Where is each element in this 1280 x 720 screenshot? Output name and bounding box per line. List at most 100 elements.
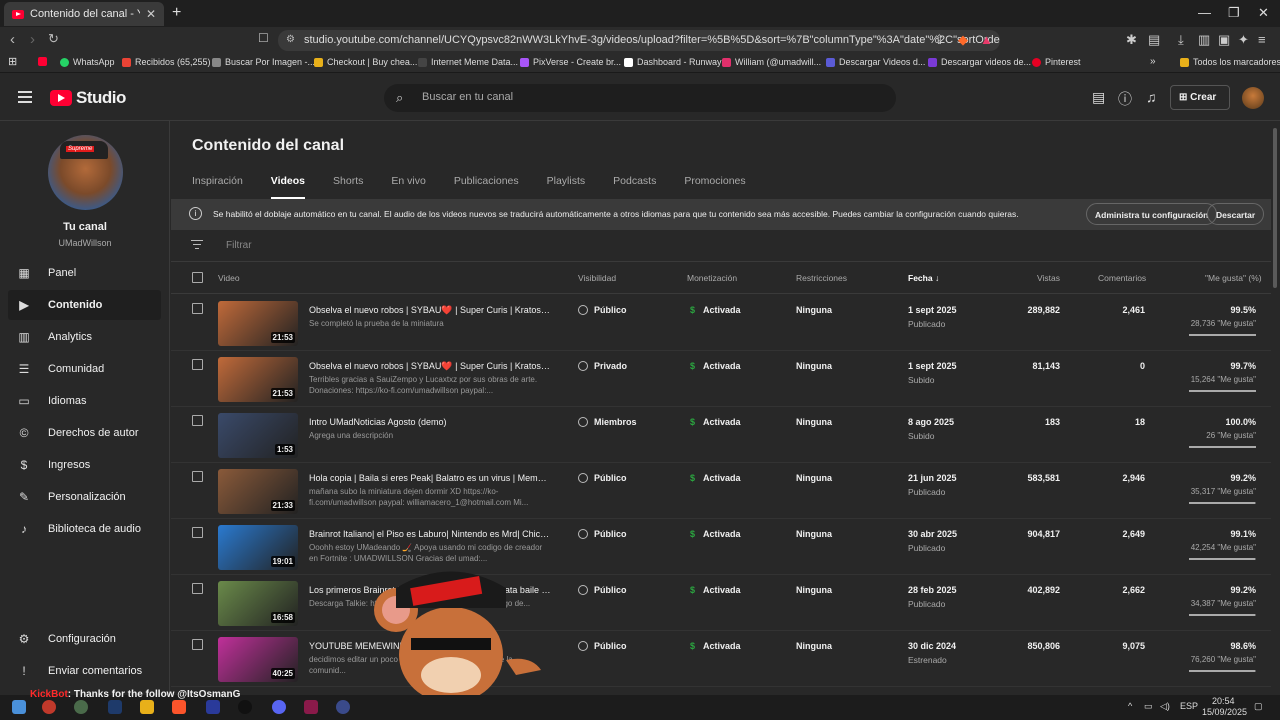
- bookmark-icon[interactable]: ☐: [258, 31, 269, 45]
- video-thumbnail[interactable]: 21:53: [218, 301, 298, 346]
- tab-podcasts[interactable]: Podcasts: [613, 175, 656, 199]
- account-avatar[interactable]: [1242, 87, 1264, 109]
- bookmark-item[interactable]: Descargar videos de...: [928, 57, 1031, 67]
- back-icon[interactable]: ‹: [10, 31, 15, 48]
- bookmark-item[interactable]: Recibidos (65,255): [122, 57, 211, 67]
- sidebar-item-analytics[interactable]: ▥ Analytics: [8, 322, 161, 352]
- visibility-cell[interactable]: Miembros: [578, 417, 637, 427]
- sidebar-item-ingresos[interactable]: $ Ingresos: [8, 450, 161, 480]
- video-thumbnail[interactable]: 19:01: [218, 525, 298, 570]
- visibility-cell[interactable]: Público: [578, 585, 627, 595]
- filter-icon[interactable]: [191, 240, 203, 250]
- sidebar-item-panel[interactable]: ▦ Panel: [8, 258, 161, 288]
- app-icon[interactable]: [304, 700, 318, 714]
- bookmark-item[interactable]: Pinterest: [1032, 57, 1081, 67]
- help-icon[interactable]: ⓘ: [1118, 89, 1132, 109]
- restore-icon[interactable]: ❐: [1228, 5, 1240, 21]
- sidebar-item-personalizacion[interactable]: ✎ Personalización: [8, 482, 161, 512]
- tab-shorts[interactable]: Shorts: [333, 175, 363, 199]
- comments-cell[interactable]: 18: [1135, 417, 1145, 427]
- reload-icon[interactable]: ↻: [48, 31, 59, 47]
- visibility-cell[interactable]: Privado: [578, 361, 627, 371]
- language-indicator[interactable]: ESP: [1180, 701, 1198, 711]
- col-fecha[interactable]: Fecha ↓: [908, 273, 939, 283]
- video-thumbnail[interactable]: 16:58: [218, 581, 298, 626]
- row-checkbox[interactable]: [192, 303, 203, 314]
- notifications-bell-icon[interactable]: ♫: [1146, 89, 1157, 105]
- monetization-cell[interactable]: $ Activada: [690, 641, 741, 651]
- monetization-cell[interactable]: $ Activada: [690, 417, 741, 427]
- bookmark-item[interactable]: WhatsApp: [60, 57, 115, 67]
- bookmarks-folder[interactable]: Todos los marcadores: [1180, 57, 1280, 67]
- network-icon[interactable]: ▭: [1144, 701, 1153, 712]
- table-row[interactable]: 1:53 Intro UMadNoticias Agosto (demo) Ag…: [171, 407, 1271, 463]
- sidebar-item-derechos[interactable]: © Derechos de autor: [8, 418, 161, 448]
- video-title[interactable]: Intro UMadNoticias Agosto (demo): [309, 417, 551, 427]
- video-title[interactable]: Hola copia | Baila si eres Peak| Balatro…: [309, 473, 551, 483]
- tab-playlists[interactable]: Playlists: [547, 175, 586, 199]
- monetization-cell[interactable]: $ Activada: [690, 305, 741, 315]
- url-field[interactable]: ⚙ studio.youtube.com/channel/UCYQypsvc82…: [278, 30, 1000, 51]
- start-button-icon[interactable]: [12, 700, 26, 714]
- select-all-checkbox[interactable]: [192, 272, 203, 283]
- tab-publicaciones[interactable]: Publicaciones: [454, 175, 519, 199]
- time-text[interactable]: 20:54: [1212, 696, 1235, 706]
- bookmark-item[interactable]: William (@umadwill...: [722, 57, 821, 67]
- table-row[interactable]: 19:01 Brainrot Italiano| el Piso es Labu…: [171, 519, 1271, 575]
- sidebar-item-comunidad[interactable]: ☰ Comunidad: [8, 354, 161, 384]
- row-checkbox[interactable]: [192, 527, 203, 538]
- tray-arrow-icon[interactable]: ^: [1128, 701, 1132, 711]
- sidebar-item-biblioteca[interactable]: ♪ Biblioteca de audio: [8, 514, 161, 544]
- obs-app-icon[interactable]: [42, 700, 56, 714]
- video-title[interactable]: Obselva el nuevo robos | SYBAU❤️ | Super…: [309, 305, 551, 316]
- share-icon[interactable]: ⇪: [934, 32, 945, 48]
- date-text[interactable]: 15/09/2025: [1202, 707, 1247, 717]
- photoshop-icon[interactable]: [108, 700, 122, 714]
- file-explorer-icon[interactable]: [140, 700, 154, 714]
- monetization-cell[interactable]: $ Activada: [690, 529, 741, 539]
- scrollbar[interactable]: [1273, 128, 1277, 288]
- video-thumbnail[interactable]: 1:53: [218, 413, 298, 458]
- video-thumbnail[interactable]: 21:53: [218, 357, 298, 402]
- tab-videos[interactable]: Videos: [270, 175, 306, 199]
- channel-avatar[interactable]: Supreme: [48, 135, 123, 210]
- forward-icon[interactable]: ›: [30, 31, 35, 48]
- tab-inspiracion[interactable]: Inspiración: [192, 175, 243, 199]
- captions-icon[interactable]: ▤: [1092, 89, 1105, 106]
- create-button[interactable]: ⊞ Crear: [1170, 85, 1230, 110]
- wallet-icon[interactable]: ▣: [1218, 32, 1230, 48]
- notification-center-icon[interactable]: ▢: [1254, 701, 1263, 712]
- leo-icon[interactable]: ✦: [1238, 32, 1249, 48]
- search-input[interactable]: ⌕ Buscar en tu canal: [384, 84, 896, 112]
- reader-icon[interactable]: ▤: [1148, 32, 1160, 48]
- video-thumbnail[interactable]: 21:33: [218, 469, 298, 514]
- comments-cell[interactable]: 2,461: [1122, 305, 1145, 315]
- sidebar-icon[interactable]: ▥: [1198, 32, 1210, 48]
- table-row[interactable]: 21:53 Obselva el nuevo robos | SYBAU❤️ |…: [171, 295, 1271, 351]
- channel-title[interactable]: Tu canal: [0, 221, 170, 233]
- volume-icon[interactable]: ◁): [1160, 701, 1170, 712]
- sidebar-item-contenido[interactable]: ▶ Contenido: [8, 290, 161, 320]
- table-row[interactable]: 16:58 Los primeros Brainrot | Skibidi To…: [171, 575, 1271, 631]
- bookmark-item[interactable]: Internet Meme Data...: [418, 57, 518, 67]
- comments-cell[interactable]: 0: [1140, 361, 1145, 371]
- video-title[interactable]: Obselva el nuevo robos | SYBAU❤️ | Super…: [309, 361, 551, 372]
- github-icon[interactable]: [238, 700, 252, 714]
- sidebar-item-configuracion[interactable]: ⚙ Configuración: [8, 624, 161, 654]
- visibility-cell[interactable]: Público: [578, 473, 627, 483]
- row-checkbox[interactable]: [192, 583, 203, 594]
- bookmark-item[interactable]: Dashboard - Runway: [624, 57, 722, 67]
- video-thumbnail[interactable]: 40:25: [218, 637, 298, 682]
- manage-settings-button[interactable]: Administra tu configuración: [1086, 203, 1218, 225]
- brave-rewards-icon[interactable]: ▲: [980, 32, 993, 47]
- more-bookmarks-icon[interactable]: »: [1150, 56, 1156, 67]
- brave-browser-icon[interactable]: [172, 700, 186, 714]
- row-checkbox[interactable]: [192, 359, 203, 370]
- sidebar-item-idiomas[interactable]: ▭ Idiomas: [8, 386, 161, 416]
- monetization-cell[interactable]: $ Activada: [690, 585, 741, 595]
- monetization-cell[interactable]: $ Activada: [690, 361, 741, 371]
- table-row[interactable]: 21:33 Hola copia | Baila si eres Peak| B…: [171, 463, 1271, 519]
- monetization-cell[interactable]: $ Activada: [690, 473, 741, 483]
- visibility-cell[interactable]: Público: [578, 641, 627, 651]
- visibility-cell[interactable]: Público: [578, 305, 627, 315]
